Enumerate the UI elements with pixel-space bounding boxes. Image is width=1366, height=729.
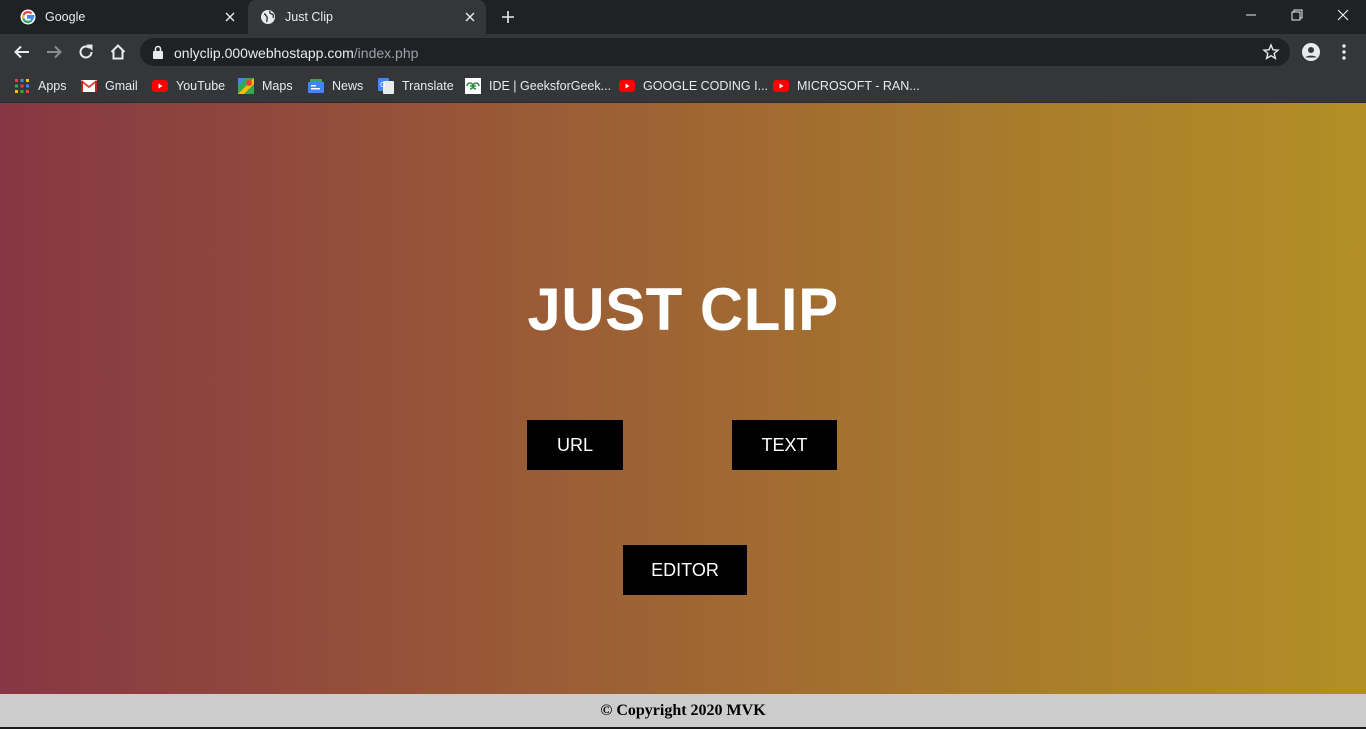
home-icon[interactable] [108, 42, 128, 62]
text-button[interactable]: TEXT [732, 420, 837, 470]
url-host: onlyclip.000webhostapp.com [174, 45, 354, 61]
page-title: JUST CLIP [527, 276, 839, 343]
tab-title: Google [45, 10, 86, 24]
bookmarks-bar: Apps Gmail YouTube Maps News G Translate [0, 70, 1366, 103]
tab-google[interactable]: Google [8, 0, 246, 34]
close-tab-icon[interactable] [462, 9, 478, 25]
bookmark-label: Apps [38, 79, 67, 93]
url-button[interactable]: URL [527, 420, 623, 470]
tab-just-clip[interactable]: Just Clip [248, 0, 486, 34]
editor-button[interactable]: EDITOR [623, 545, 747, 595]
tab-title: Just Clip [285, 10, 333, 24]
bookmark-label: Maps [262, 79, 293, 93]
restore-icon[interactable] [1274, 0, 1320, 30]
bookmark-star-icon[interactable] [1262, 43, 1280, 61]
translate-icon: G [378, 78, 394, 94]
bookmark-google-coding[interactable]: GOOGLE CODING I... [619, 76, 768, 96]
copyright-footer: © Copyright 2020 MVK [0, 694, 1366, 729]
url-text: onlyclip.000webhostapp.com/index.php [174, 45, 418, 61]
bookmark-maps[interactable]: Maps [238, 76, 293, 96]
page-body: JUST CLIP URL TEXT EDITOR [0, 103, 1366, 694]
geeksforgeeks-icon [465, 78, 481, 94]
lock-icon [153, 45, 163, 59]
bookmark-translate[interactable]: G Translate [378, 76, 454, 96]
bookmark-gmail[interactable]: Gmail [81, 76, 138, 96]
bookmark-label: YouTube [176, 79, 226, 93]
close-window-icon[interactable] [1320, 0, 1366, 30]
bookmark-label: IDE | GeeksforGeek... [489, 79, 612, 93]
apps-grid-icon [14, 78, 30, 94]
back-arrow-icon[interactable] [12, 42, 32, 62]
bookmark-label: Translate [402, 79, 454, 93]
menu-kebab-icon[interactable] [1334, 42, 1354, 62]
news-icon [308, 78, 324, 94]
bookmark-label: MICROSOFT - RAN... [797, 79, 920, 93]
bookmark-microsoft[interactable]: MICROSOFT - RAN... [773, 76, 920, 96]
globe-icon [261, 10, 275, 24]
google-icon [20, 9, 36, 25]
youtube-icon [152, 78, 168, 94]
tab-strip: Google Just Clip [0, 0, 1366, 34]
bookmark-ide-geeksforgeeks[interactable]: IDE | GeeksforGeek... [465, 76, 611, 96]
minimize-icon[interactable] [1228, 0, 1274, 30]
bookmark-youtube[interactable]: YouTube [152, 76, 225, 96]
profile-icon[interactable] [1301, 42, 1321, 62]
address-bar[interactable]: onlyclip.000webhostapp.com/index.php [140, 38, 1290, 66]
browser-toolbar: onlyclip.000webhostapp.com/index.php [0, 34, 1366, 70]
svg-text:G: G [380, 81, 385, 89]
youtube-icon [773, 78, 789, 94]
close-tab-icon[interactable] [222, 9, 238, 25]
bookmark-apps[interactable]: Apps [14, 76, 67, 96]
forward-arrow-icon[interactable] [44, 42, 64, 62]
youtube-icon [619, 78, 635, 94]
bookmark-label: GOOGLE CODING I... [643, 79, 769, 93]
url-path: /index.php [353, 45, 419, 61]
bookmark-label: News [332, 79, 364, 93]
bookmark-news[interactable]: News [308, 76, 363, 96]
new-tab-icon[interactable] [499, 8, 517, 26]
gmail-icon [81, 78, 97, 94]
maps-icon [238, 78, 254, 94]
bookmark-label: Gmail [105, 79, 138, 93]
reload-icon[interactable] [76, 42, 96, 62]
